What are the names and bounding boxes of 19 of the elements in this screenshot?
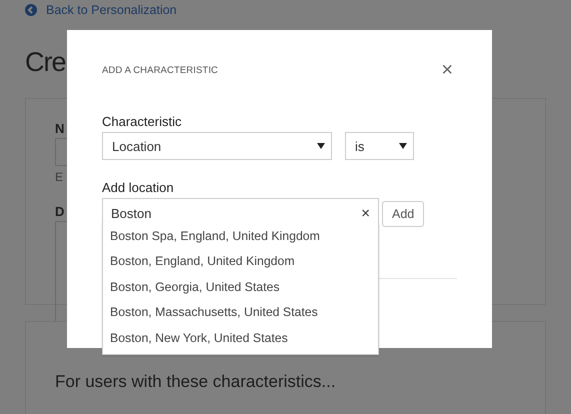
- close-button[interactable]: ×: [441, 60, 453, 80]
- characteristic-label: Characteristic: [102, 114, 182, 129]
- name-label: N: [55, 121, 64, 136]
- suggestion-item[interactable]: Boston, Georgia, United States: [103, 274, 378, 300]
- description-label: D: [55, 204, 64, 219]
- caret-icon: [399, 143, 407, 149]
- section-title: For users with these characteristics...: [55, 372, 337, 392]
- dialog-title: ADD A CHARACTERISTIC: [102, 64, 218, 76]
- clear-button[interactable]: ×: [361, 205, 370, 222]
- characteristic-select[interactable]: Location: [102, 132, 332, 160]
- add-button[interactable]: Add: [382, 200, 424, 226]
- caret-icon: [317, 143, 325, 149]
- page-heading: Cre: [25, 46, 66, 79]
- name-hint: E: [55, 170, 64, 184]
- location-label: Add location: [102, 180, 174, 195]
- suggestion-item[interactable]: Boston, New York, United States: [103, 326, 378, 351]
- suggestion-item[interactable]: Boston, Massachusetts, United States: [103, 300, 378, 326]
- operator-select[interactable]: is: [345, 132, 414, 160]
- suggestion-item[interactable]: Boston, England, United Kingdom: [103, 249, 378, 275]
